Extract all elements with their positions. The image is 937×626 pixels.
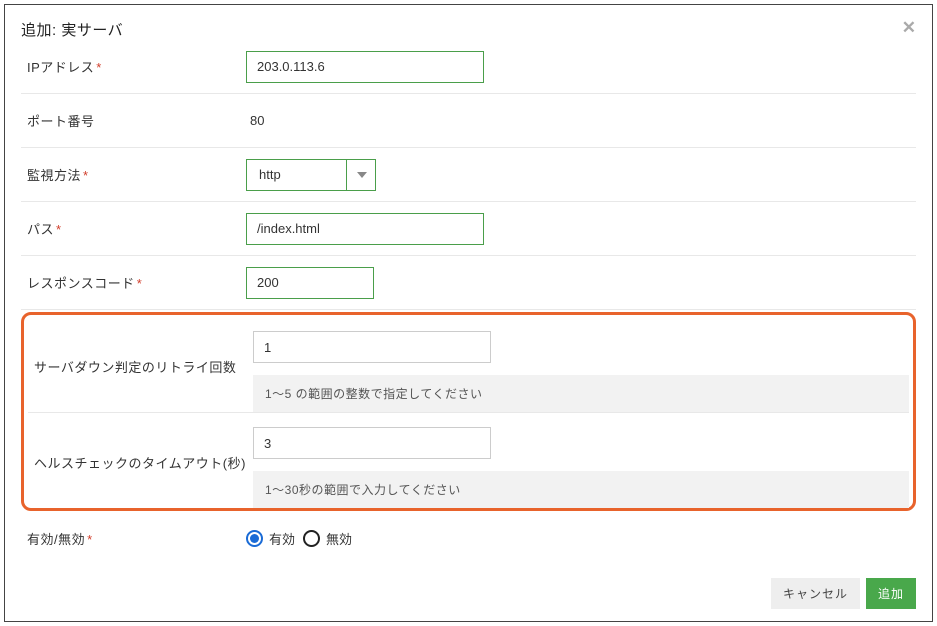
monitor-select-value: http [259,167,281,182]
label-ip: IPアドレス* [21,57,246,76]
field-monitor: http [246,159,916,191]
dialog-header: 追加: 実サーバ ✕ [21,19,916,40]
response-input[interactable] [246,267,374,299]
label-monitor-text: 監視方法 [27,168,81,183]
ip-input[interactable] [246,51,484,83]
row-retry: サーバダウン判定のリトライ回数 1〜5 の範囲の整数で指定してください [28,317,909,413]
label-enabled: 有効/無効* [21,529,246,548]
label-port-text: ポート番号 [27,114,95,129]
field-port: 80 [246,113,916,128]
radio-enabled-on[interactable]: 有効 [246,529,295,548]
field-enabled: 有効 無効 [246,529,916,548]
label-timeout-text: ヘルスチェックのタイムアウト(秒) [34,456,246,471]
dialog-add-real-server: 追加: 実サーバ ✕ IPアドレス* ポート番号 80 監視方法* [4,4,933,622]
label-response: レスポンスコード* [21,273,246,292]
highlight-box: サーバダウン判定のリトライ回数 1〜5 の範囲の整数で指定してください ヘルスチ… [21,312,916,511]
required-marker: * [83,168,89,183]
row-path: パス* [21,202,916,256]
label-enabled-text: 有効/無効 [27,532,85,547]
field-timeout: 1〜30秒の範囲で入力してください [253,427,909,508]
submit-button[interactable]: 追加 [866,578,916,609]
label-retry: サーバダウン判定のリトライ回数 [28,331,253,376]
enabled-radio-group: 有効 無効 [246,529,916,548]
field-response [246,267,916,299]
dialog-footer: キャンセル 追加 [21,568,916,609]
retry-input[interactable] [253,331,491,363]
radio-enabled-off[interactable]: 無効 [303,529,352,548]
row-port: ポート番号 80 [21,94,916,148]
required-marker: * [56,222,62,237]
close-icon[interactable]: ✕ [902,19,916,36]
port-value: 80 [246,113,264,128]
dialog-title: 追加: 実サーバ [21,19,123,40]
retry-hint: 1〜5 の範囲の整数で指定してください [253,375,909,412]
required-marker: * [96,60,102,75]
timeout-hint: 1〜30秒の範囲で入力してください [253,471,909,508]
label-response-text: レスポンスコード [27,276,135,291]
required-marker: * [87,532,93,547]
timeout-input[interactable] [253,427,491,459]
row-enabled: 有効/無効* 有効 無効 [21,511,916,565]
label-timeout: ヘルスチェックのタイムアウト(秒) [28,427,253,472]
field-path [246,213,916,245]
radio-icon-unselected [303,530,320,547]
label-port: ポート番号 [21,111,246,130]
label-monitor: 監視方法* [21,165,246,184]
monitor-select[interactable]: http [246,159,376,191]
radio-enabled-on-label: 有効 [269,529,295,548]
row-ip: IPアドレス* [21,40,916,94]
label-retry-text: サーバダウン判定のリトライ回数 [34,360,236,375]
row-monitor: 監視方法* http [21,148,916,202]
label-ip-text: IPアドレス [27,60,94,75]
label-path: パス* [21,219,246,238]
label-path-text: パス [27,222,54,237]
path-input[interactable] [246,213,484,245]
cancel-button[interactable]: キャンセル [771,578,860,609]
form-body: IPアドレス* ポート番号 80 監視方法* http [21,40,916,568]
field-retry: 1〜5 の範囲の整数で指定してください [253,331,909,412]
required-marker: * [137,276,143,291]
radio-enabled-off-label: 無効 [326,529,352,548]
radio-icon-selected [246,530,263,547]
row-response: レスポンスコード* [21,256,916,310]
row-timeout: ヘルスチェックのタイムアウト(秒) 1〜30秒の範囲で入力してください [28,413,909,508]
field-ip [246,51,916,83]
